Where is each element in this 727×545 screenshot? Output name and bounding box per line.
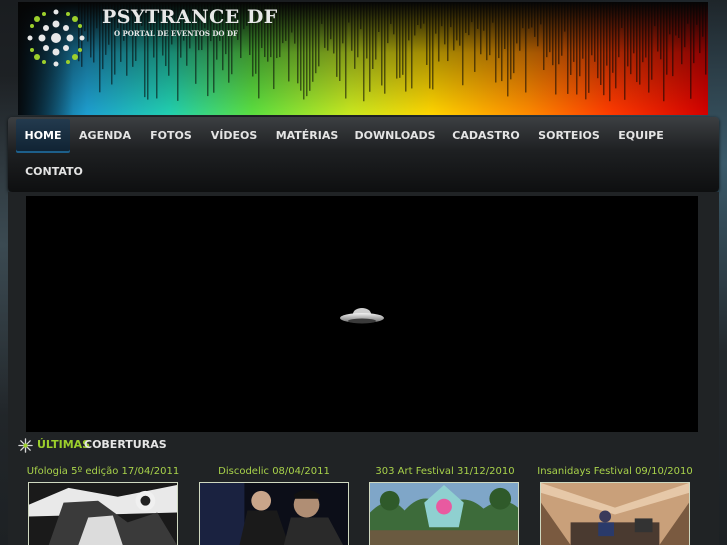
coverage-title[interactable]: Ufologia 5º edição 17/04/2011 bbox=[18, 466, 188, 477]
section-title: COBERTURAS bbox=[84, 438, 167, 451]
sparkle-icon bbox=[18, 438, 33, 453]
logo-icon[interactable] bbox=[24, 6, 88, 70]
nav-item-materias[interactable]: MATÉRIAS bbox=[272, 119, 342, 153]
site-title: PSYTRANCE DF bbox=[102, 6, 278, 28]
nav-item-fotos[interactable]: FOTOS bbox=[145, 119, 197, 153]
coverage-thumbnail[interactable] bbox=[540, 482, 690, 545]
site-subtitle: O PORTAL DE EVENTOS DO DF bbox=[114, 29, 238, 38]
coverage-thumbnail[interactable] bbox=[28, 482, 178, 545]
coverage-title[interactable]: Insanidays Festival 09/10/2010 bbox=[530, 466, 700, 477]
coverage-title[interactable]: 303 Art Festival 31/12/2010 bbox=[360, 466, 530, 477]
nav-item-home[interactable]: HOME bbox=[16, 119, 70, 153]
nav-item-downloads[interactable]: DOWNLOADS bbox=[352, 119, 438, 153]
header-banner[interactable]: PSYTRANCE DF O PORTAL DE EVENTOS DO DF bbox=[18, 2, 708, 115]
coverage-thumbnail[interactable] bbox=[199, 482, 349, 545]
section-title-highlight: ÚLTIMAS bbox=[37, 438, 91, 451]
nav-item-videos[interactable]: VÍDEOS bbox=[207, 119, 261, 153]
nav-item-contato[interactable]: CONTATO bbox=[20, 155, 88, 189]
nav-item-sorteios[interactable]: SORTEIOS bbox=[534, 119, 604, 153]
coverage-title[interactable]: Discodelic 08/04/2011 bbox=[189, 466, 359, 477]
main-nav: HOME AGENDA FOTOS VÍDEOS MATÉRIAS DOWNLO… bbox=[8, 117, 719, 192]
ufo-icon bbox=[340, 308, 384, 324]
nav-item-cadastro[interactable]: CADASTRO bbox=[448, 119, 524, 153]
nav-item-agenda[interactable]: AGENDA bbox=[74, 119, 136, 153]
nav-item-equipe[interactable]: EQUIPE bbox=[613, 119, 669, 153]
coverage-thumbnail[interactable] bbox=[369, 482, 519, 545]
